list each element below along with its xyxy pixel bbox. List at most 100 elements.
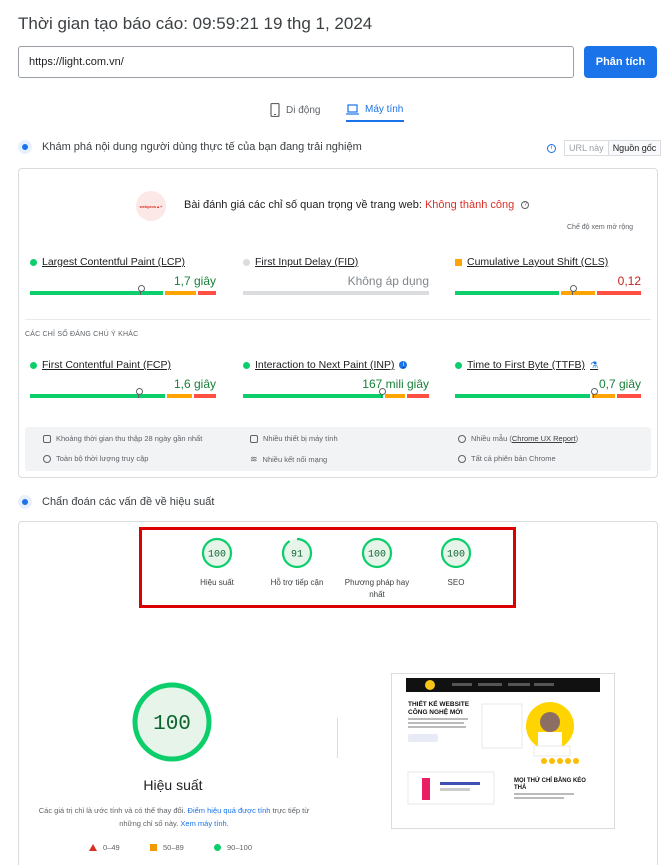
lab-section-heading: Chẩn đoán các vấn đề về hiệu suất: [18, 495, 214, 509]
metric-value: 0,7 giây: [598, 377, 641, 391]
legend-fail: 0–49: [89, 843, 120, 852]
cwv-assessment: Bài đánh giá các chỉ số quan trọng về tr…: [184, 199, 530, 211]
metric-name[interactable]: Cumulative Layout Shift (CLS): [467, 256, 608, 268]
metric-fcp: First Contentful Paint (FCP) 1,6 giây: [30, 359, 216, 398]
status-good-icon: [243, 361, 250, 369]
distribution-bar: [243, 388, 429, 398]
chrome-icon: [458, 454, 466, 463]
estimate-note: Các giá trị chỉ là ước tính và có thể th…: [38, 806, 310, 828]
metric-name[interactable]: Interaction to Next Paint (INP): [255, 359, 394, 371]
bar-segment-average: [166, 394, 193, 398]
metric-value: 1,7 giây: [173, 274, 216, 288]
wifi-icon: ≋: [250, 454, 258, 464]
url-input[interactable]: [18, 46, 574, 78]
metric-name[interactable]: First Input Delay (FID): [255, 256, 358, 268]
bar-segment-good: [243, 394, 384, 398]
highlight-box: [139, 527, 516, 608]
info-devices: Nhiều thiết bị máy tính: [250, 434, 338, 443]
site-logo: webpros▲+: [136, 191, 166, 221]
percentile-marker: [590, 388, 598, 398]
status-na-icon: [243, 258, 250, 266]
large-score-text: 100: [153, 713, 191, 736]
percentile-marker: [137, 285, 145, 295]
url-origin-toggle: i URL này Nguồn gốc: [547, 140, 662, 156]
calculator-link[interactable]: Xem máy tính.: [180, 819, 228, 828]
laptop-icon: [346, 103, 359, 115]
bar-segment-average: [164, 291, 196, 295]
shot-caption-2: THẢ: [514, 784, 527, 791]
toggle-origin[interactable]: Nguồn gốc: [607, 141, 661, 155]
bar-segment-average: [385, 394, 406, 398]
tab-mobile[interactable]: Di động: [270, 98, 320, 122]
shot-headline-1: THIẾT KẾ WEBSITE: [408, 698, 470, 708]
metric-value: 0,12: [617, 274, 641, 288]
tab-desktop[interactable]: Máy tính: [346, 98, 404, 122]
analyze-button[interactable]: Phân tích: [584, 46, 657, 78]
info-samples: Nhiều mẫu (Chrome UX Report): [458, 434, 578, 443]
calendar-icon: [43, 434, 51, 443]
bar-segment-poor: [197, 291, 217, 295]
percentile-marker: [378, 388, 386, 398]
flask-icon: ⚗: [590, 359, 599, 370]
legend-average: 50–89: [150, 843, 184, 852]
info-icon[interactable]: i: [547, 143, 556, 153]
report-title: Thời gian tạo báo cáo: 09:59:21 19 thg 1…: [18, 14, 373, 33]
info-chrome-versions: Tất cả phiên bản Chrome: [458, 454, 556, 463]
lab-icon: [18, 495, 32, 509]
distribution-bar: [455, 388, 641, 398]
metric-value: 167 mili giây: [362, 377, 429, 391]
metric-name[interactable]: Largest Contentful Paint (LCP): [42, 256, 185, 268]
triangle-icon: [89, 844, 97, 851]
phone-icon: [270, 103, 280, 117]
bar-segment-good: [30, 394, 165, 398]
toggle-this-url[interactable]: URL này: [565, 141, 608, 155]
metric-inp: Interaction to Next Paint (INP) i 167 mil…: [243, 359, 429, 398]
crux-link[interactable]: Chrome UX Report: [512, 434, 576, 443]
percentile-marker: [570, 285, 578, 295]
metric-name[interactable]: First Contentful Paint (FCP): [42, 359, 171, 371]
info-icon[interactable]: i: [399, 361, 408, 369]
distribution-bar: [30, 388, 216, 398]
metric-fid: First Input Delay (FID) Không áp dụng: [243, 256, 429, 295]
info-collection-period: Khoảng thời gian thu thập 28 ngày gần nh…: [43, 434, 202, 443]
timer-icon: [43, 454, 51, 463]
shot-headline-2: CÔNG NGHỆ MỚI: [408, 707, 463, 716]
bar-segment-poor: [407, 394, 429, 398]
shot-caption-1: MỌI THỨ CHỈ BẰNG KÉO: [514, 776, 586, 784]
bar-segment-poor: [597, 291, 641, 295]
assessment-result: Không thành công: [424, 199, 515, 211]
bar-segment-average: [560, 291, 596, 295]
percentile-marker: [135, 388, 143, 398]
other-metrics-heading: CÁC CHỈ SỐ ĐÁNG CHÚ Ý KHÁC: [25, 331, 139, 338]
users-icon: [18, 140, 32, 154]
field-section-heading: Khám phá nội dung người dùng thực tế của…: [18, 140, 362, 154]
page-screenshot: THIẾT KẾ WEBSITE CÔNG NGHỆ MỚI MỌI THỨ C…: [391, 673, 615, 829]
circle-icon: [214, 844, 221, 851]
distribution-bar: [455, 285, 641, 295]
metric-name[interactable]: Time to First Byte (TTFB): [467, 359, 585, 371]
status-average-icon: [455, 258, 462, 266]
status-good-icon: [30, 361, 37, 369]
divider: [25, 319, 651, 320]
metric-value: 1,6 giây: [173, 377, 216, 391]
separator: [337, 718, 338, 758]
bar-segment-poor: [194, 394, 216, 398]
score-calc-link[interactable]: Điểm hiệu quả được tính: [188, 806, 271, 815]
performance-label: Hiệu suất: [143, 777, 203, 793]
samples-icon: [458, 434, 466, 443]
bar-segment-good: [455, 291, 559, 295]
tab-desktop-label: Máy tính: [365, 103, 404, 115]
lab-heading-text: Chẩn đoán các vấn đề về hiệu suất: [42, 496, 215, 508]
help-icon[interactable]: ?: [521, 201, 530, 210]
info-network: ≋ Nhiều kết nối mạng: [250, 454, 328, 464]
field-heading-text: Khám phá nội dung người dùng thực tế của…: [42, 141, 362, 153]
metric-value: Không áp dụng: [347, 274, 429, 288]
expand-view-link[interactable]: Chế độ xem mở rộng: [567, 224, 633, 231]
performance-gauge-large: 100: [131, 681, 213, 763]
metric-cls: Cumulative Layout Shift (CLS) 0,12: [455, 256, 641, 295]
metric-ttfb: Time to First Byte (TTFB) ⚗ 0,7 giây: [455, 359, 641, 398]
distribution-bar: [30, 285, 217, 295]
bar-segment-poor: [617, 394, 641, 398]
info-visit-duration: Toàn bộ thời lượng truy cập: [43, 454, 148, 463]
bar-segment-good: [455, 394, 590, 398]
